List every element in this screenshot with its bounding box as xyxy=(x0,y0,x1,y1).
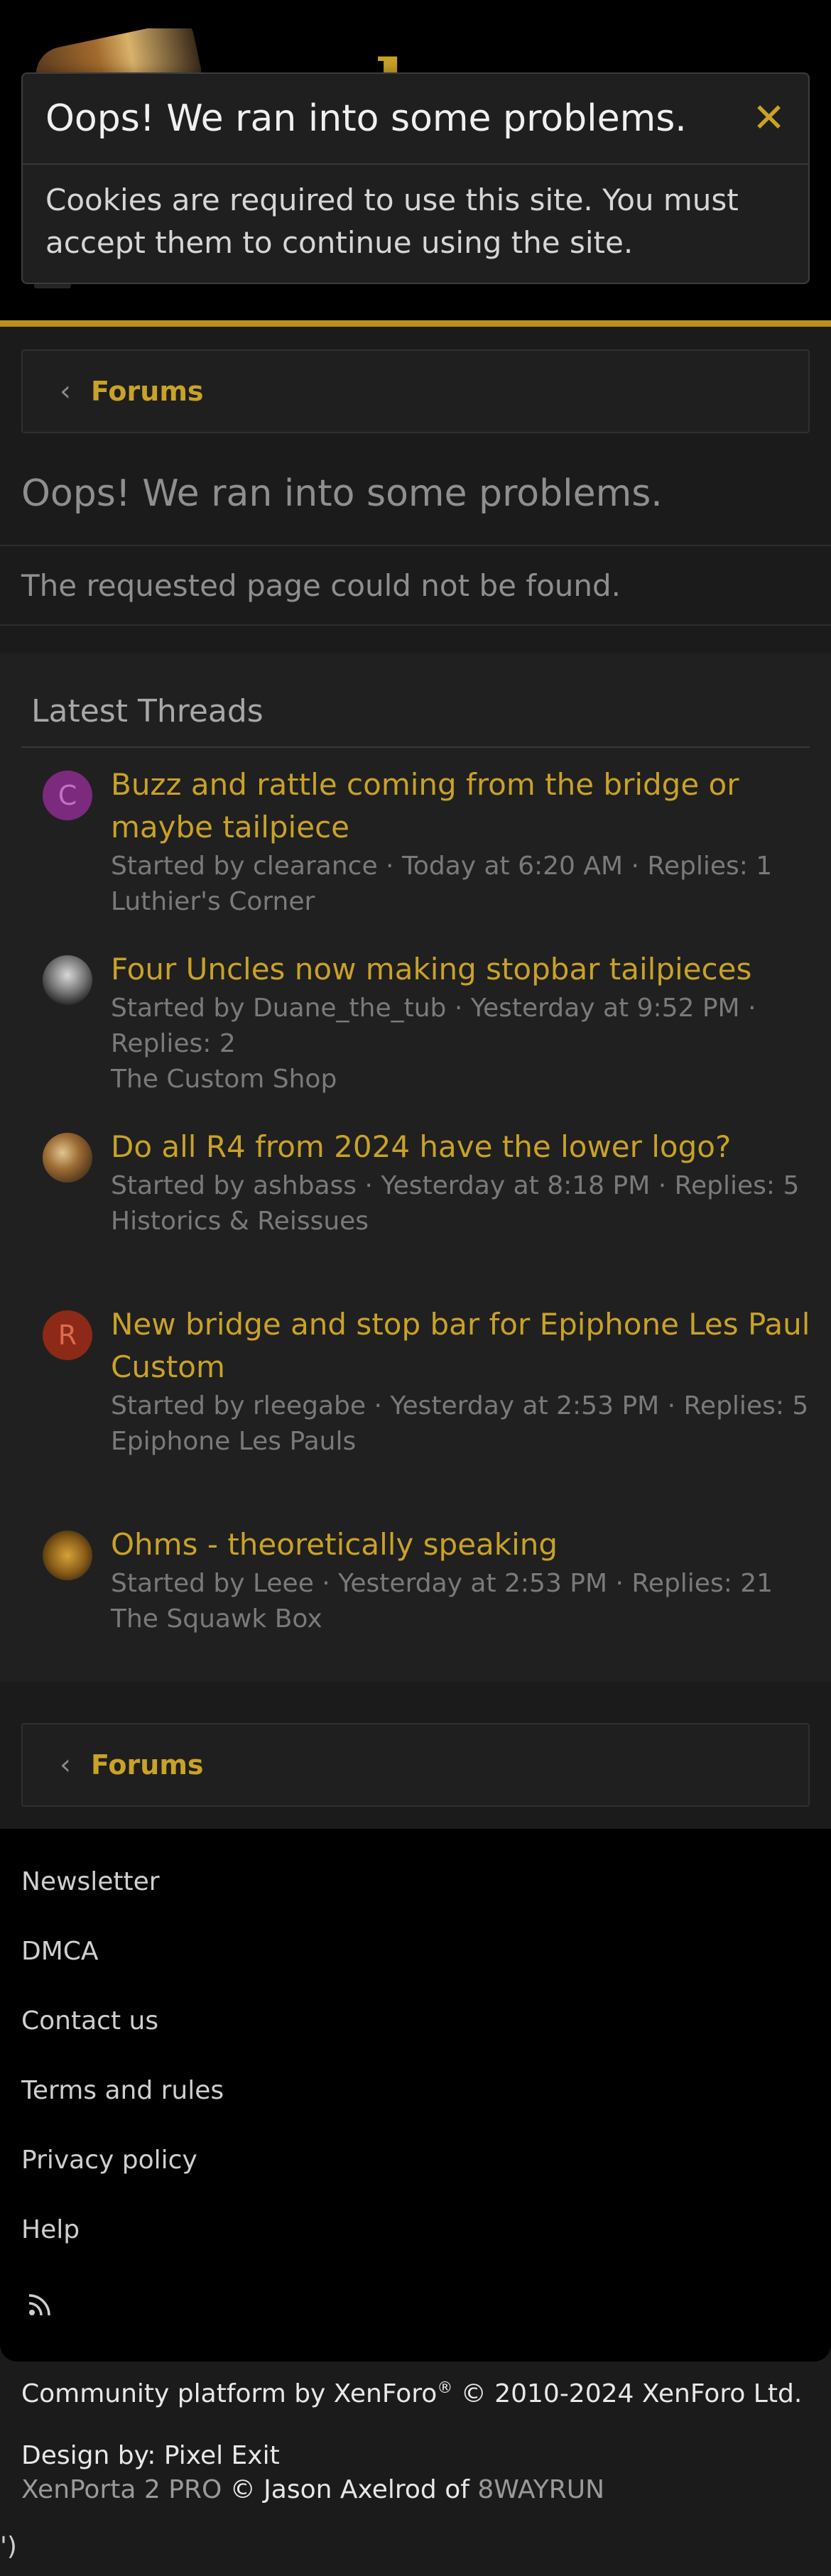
platform-credit: Community platform by XenForo® © 2010-20… xyxy=(21,2379,802,2408)
thread-title-link[interactable]: Ohms - theoretically speaking xyxy=(111,1523,821,1566)
thread-forum-link[interactable]: The Custom Shop xyxy=(111,1062,821,1097)
overlay-title-bar: Oops! We ran into some problems. ✕ xyxy=(23,74,808,165)
chevron-left-icon: ‹ xyxy=(60,1749,71,1781)
breadcrumb-forums-link[interactable]: Forums xyxy=(91,376,204,407)
latest-threads-widget: Latest Threads C Buzz and rattle coming … xyxy=(0,653,831,1682)
axelrod-text: © Jason Axelrod of xyxy=(222,2475,478,2504)
avatar[interactable]: C xyxy=(43,771,92,820)
breadcrumb-forums-link[interactable]: Forums xyxy=(91,1749,204,1781)
overlay-message: Cookies are required to use this site. Y… xyxy=(45,183,739,260)
logo-avatar-icon[interactable] xyxy=(43,1531,92,1580)
breadcrumb-bottom: ‹ Forums xyxy=(21,1723,810,1807)
latest-threads-heading: Latest Threads xyxy=(21,675,810,748)
chevron-left-icon: ‹ xyxy=(60,375,71,408)
xenforo-link[interactable]: Community platform by XenForo xyxy=(21,2379,437,2408)
design-credit[interactable]: Design by: Pixel Exit xyxy=(21,2441,280,2470)
thread-meta: Started by Leee · Yesterday at 2:53 PM ·… xyxy=(111,1569,773,1598)
thread-title-link[interactable]: Do all R4 from 2024 have the lower logo? xyxy=(111,1126,821,1168)
thread-meta: Started by clearance · Today at 6:20 AM … xyxy=(111,852,773,881)
thread-forum-link[interactable]: Historics & Reissues xyxy=(111,1204,821,1239)
footer-link-contact[interactable]: Contact us xyxy=(21,2006,158,2036)
thread-meta: Started by ashbass · Yesterday at 8:18 P… xyxy=(111,1171,800,1200)
thread-forum-link[interactable]: The Squawk Box xyxy=(111,1602,821,1637)
avatar-letter: C xyxy=(58,780,77,811)
thread-forum-link[interactable]: Luthier's Corner xyxy=(111,884,821,920)
thread-title-link[interactable]: New bridge and stop bar for Epiphone Les… xyxy=(111,1303,821,1388)
avatar-letter: R xyxy=(58,1320,77,1351)
avatar[interactable]: R xyxy=(43,1310,92,1360)
page-title: Oops! We ran into some problems. xyxy=(21,472,663,515)
xenporta-credit: XenPorta 2 PRO © Jason Axelrod of 8WAYRU… xyxy=(21,2475,604,2504)
footer-link-newsletter[interactable]: Newsletter xyxy=(21,1867,160,1896)
close-icon[interactable]: ✕ xyxy=(752,99,786,138)
site-footer: Newsletter DMCA Contact us Terms and rul… xyxy=(0,1829,831,2362)
guitar-avatar-icon[interactable] xyxy=(43,1133,92,1183)
error-message: The requested page could not be found. xyxy=(0,545,831,626)
thread-meta: Started by Duane_the_tub · Yesterday at … xyxy=(111,994,756,1058)
stray-text: ') xyxy=(0,2532,17,2561)
registered-mark: ® xyxy=(437,2379,453,2397)
thread-meta: Started by rleegabe · Yesterday at 2:53 … xyxy=(111,1391,809,1420)
xenporta-link[interactable]: XenPorta 2 PRO xyxy=(21,2475,222,2504)
footer-link-help[interactable]: Help xyxy=(21,2215,80,2244)
footer-link-privacy[interactable]: Privacy policy xyxy=(21,2146,197,2175)
eightwayrun-link[interactable]: 8WAYRUN xyxy=(477,2475,604,2504)
copyright-text: © 2010-2024 XenForo Ltd. xyxy=(452,2379,803,2408)
thread-forum-link[interactable]: Epiphone Les Pauls xyxy=(111,1424,821,1460)
footer-link-dmca[interactable]: DMCA xyxy=(21,1937,99,1966)
overlay-title: Oops! We ran into some problems. xyxy=(45,97,687,140)
error-overlay-dialog: Oops! We ran into some problems. ✕ Cooki… xyxy=(21,72,810,284)
footer-link-terms[interactable]: Terms and rules xyxy=(21,2076,224,2105)
thread-title-link[interactable]: Buzz and rattle coming from the bridge o… xyxy=(111,763,821,849)
photo-avatar-icon[interactable] xyxy=(43,955,92,1005)
error-message-text: The requested page could not be found. xyxy=(21,567,621,603)
thread-title-link[interactable]: Four Uncles now making stopbar tailpiece… xyxy=(111,948,821,991)
breadcrumb-top: ‹ Forums xyxy=(21,349,810,433)
rss-icon[interactable] xyxy=(26,2290,54,2319)
